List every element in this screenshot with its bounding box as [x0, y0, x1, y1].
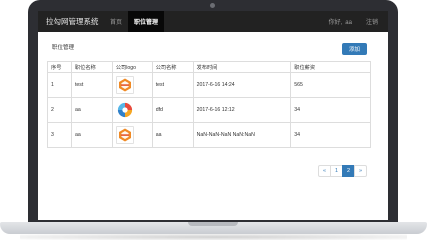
lagou-logo-icon — [115, 126, 134, 144]
camera-dot — [210, 3, 215, 8]
cell-logo — [111, 97, 153, 123]
pagination-next[interactable]: » — [354, 165, 367, 177]
table-row[interactable]: 1 test test 2017-6-16 14:24 565 — [47, 72, 371, 98]
top-navbar: 拉勾网管理系统 首页 职位管理 你好, aa 注销 — [38, 11, 388, 32]
nav-item-home[interactable]: 首页 — [104, 11, 128, 32]
header-salary: 职位薪资 — [290, 61, 371, 73]
app-screen: 拉勾网管理系统 首页 职位管理 你好, aa 注销 职位管理 添加 序号 职位名称… — [38, 11, 388, 220]
cell-logo — [111, 72, 153, 98]
cell-position: aa — [70, 122, 113, 148]
cell-company: aa — [151, 122, 194, 148]
header-company: 公司名称 — [151, 61, 194, 73]
laptop-bezel: 拉勾网管理系统 首页 职位管理 你好, aa 注销 职位管理 添加 序号 职位名称… — [28, 0, 398, 226]
username: aa — [345, 20, 352, 26]
cell-position: aa — [70, 97, 113, 123]
brand-title[interactable]: 拉勾网管理系统 — [46, 16, 104, 27]
header-no: 序号 — [47, 61, 72, 73]
lagou-logo-icon — [115, 76, 134, 94]
add-button[interactable]: 添加 — [342, 43, 367, 55]
cell-salary: 34 — [290, 122, 371, 148]
cell-time: 2017-6-16 12:12 — [192, 97, 292, 123]
header-position: 职位名称 — [70, 61, 113, 73]
positions-table: 序号 职位名称 公司logo 公司名称 发布时间 职位薪资 1 test tes… — [47, 61, 371, 148]
cell-no: 2 — [47, 97, 72, 123]
table-header-row: 序号 职位名称 公司logo 公司名称 发布时间 职位薪资 — [47, 61, 371, 73]
nav-item-position-management[interactable]: 职位管理 — [128, 11, 165, 32]
cell-position: test — [70, 72, 113, 98]
cell-logo — [111, 122, 153, 148]
swirl-logo-icon — [115, 101, 134, 119]
laptop-notch — [188, 222, 238, 226]
cell-time: NaN-NaN-NaN NaN:NaN — [192, 122, 292, 148]
laptop-shadow — [20, 234, 407, 240]
greeting-prefix: 你好, — [328, 20, 343, 26]
cell-time: 2017-6-16 14:24 — [192, 72, 292, 98]
cell-salary: 565 — [290, 72, 371, 98]
table-row[interactable]: 2 aa dfd 2017-6-16 12:12 34 — [47, 97, 371, 123]
user-greeting: 你好, aa — [320, 17, 358, 26]
logout-link[interactable]: 注销 — [358, 17, 388, 26]
header-time: 发布时间 — [192, 61, 292, 73]
cell-company: test — [151, 72, 194, 98]
header-logo: 公司logo — [111, 61, 153, 73]
table-row[interactable]: 3 aa aa NaN-NaN-NaN NaN:NaN 34 — [47, 122, 371, 148]
cell-no: 3 — [47, 122, 72, 148]
navbar-right: 你好, aa 注销 — [320, 17, 388, 26]
pagination: « 1 2 » — [318, 165, 367, 177]
cell-no: 1 — [47, 72, 72, 98]
page-title: 职位管理 — [52, 45, 75, 51]
cell-salary: 34 — [290, 97, 371, 123]
cell-company: dfd — [151, 97, 194, 123]
